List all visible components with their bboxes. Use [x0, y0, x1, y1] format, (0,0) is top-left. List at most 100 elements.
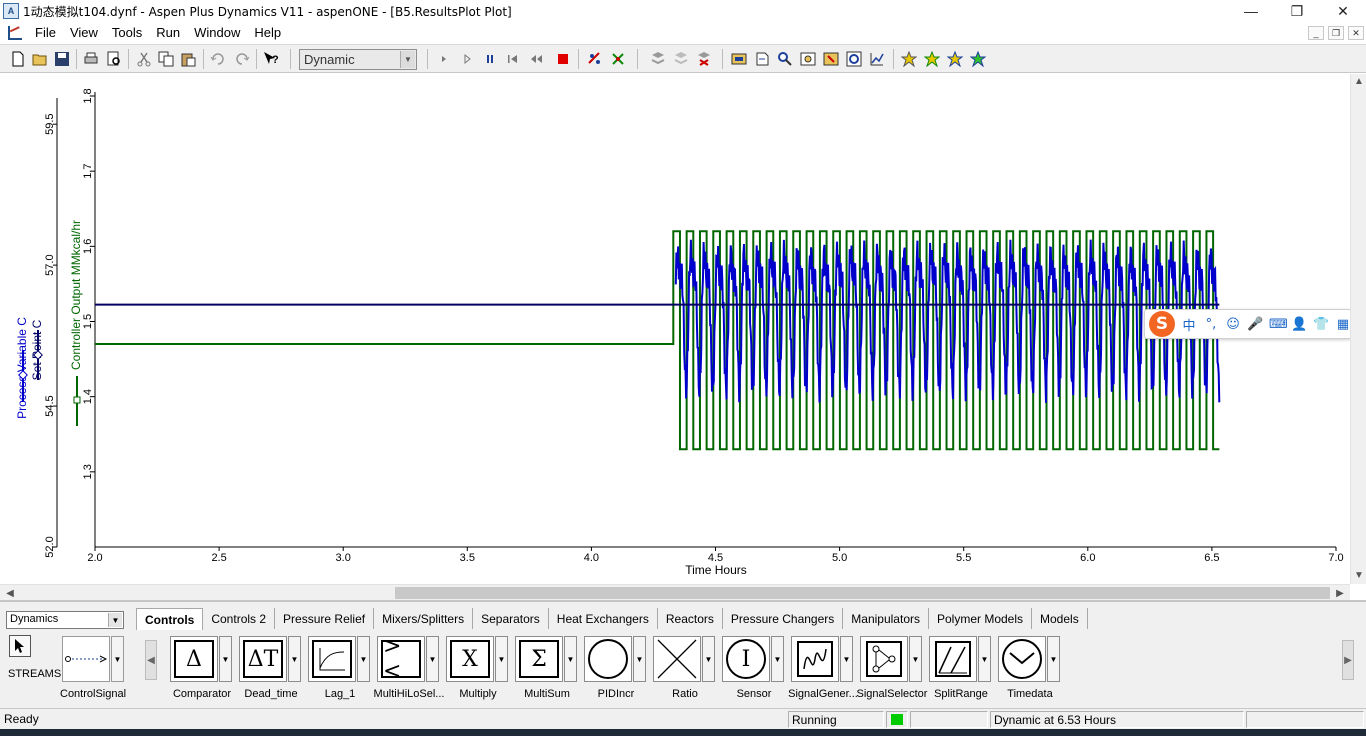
block-dropdown[interactable]: ▼	[288, 636, 301, 682]
rewind-icon[interactable]	[505, 51, 521, 67]
control-signal-dropdown[interactable]: ▼	[111, 636, 124, 682]
ime-microphone-icon[interactable]: 🎤	[1247, 317, 1263, 332]
block-dropdown[interactable]: ▼	[564, 636, 577, 682]
block-dropdown[interactable]: ▼	[633, 636, 646, 682]
ime-toolbox-icon[interactable]: ▦	[1335, 317, 1351, 332]
tab-manipulators[interactable]: Manipulators	[843, 608, 929, 629]
streams-select-button[interactable]	[9, 635, 31, 657]
aspen-app-icon[interactable]: A	[3, 3, 19, 19]
homotopy-icon[interactable]	[947, 51, 963, 67]
block-dropdown[interactable]: ▼	[771, 636, 784, 682]
ime-chinese-mode-button[interactable]: 中	[1181, 315, 1197, 334]
plot-window-icon[interactable]	[8, 25, 22, 40]
specification-icon[interactable]	[696, 51, 712, 67]
table-icon[interactable]	[869, 51, 885, 67]
undo-icon[interactable]	[210, 51, 226, 67]
menu-tools[interactable]: Tools	[105, 25, 149, 40]
control-signal-stream-button[interactable]	[62, 636, 110, 682]
tab-polymer-models[interactable]: Polymer Models	[929, 608, 1033, 629]
ime-emoji-icon[interactable]: ☺	[1225, 317, 1241, 332]
mdi-close-button[interactable]: ✕	[1348, 26, 1364, 40]
horizontal-scrollbar[interactable]: ◀ ▶	[0, 584, 1350, 600]
chevron-down-icon[interactable]: ▼	[400, 51, 415, 68]
palette-scroll-right-icon[interactable]: ▶	[1342, 640, 1354, 680]
diagnostics-icon[interactable]	[970, 51, 986, 67]
block-sensor[interactable]: I ▼ Sensor	[722, 636, 791, 700]
ime-user-icon[interactable]: 👤	[1291, 317, 1307, 332]
block-multi-hilo-select[interactable]: >< ▼ MultiHiLoSel...	[374, 634, 446, 700]
scroll-left-icon[interactable]: ◀	[2, 586, 18, 600]
stop-icon[interactable]	[555, 51, 571, 67]
tab-mixers-splitters[interactable]: Mixers/Splitters	[374, 608, 474, 629]
tab-pressure-changers[interactable]: Pressure Changers	[723, 608, 844, 629]
menu-help[interactable]: Help	[247, 25, 288, 40]
block-dead-time[interactable]: ΔT ▼ Dead_time	[239, 636, 308, 700]
tab-controls-2[interactable]: Controls 2	[203, 608, 276, 629]
scroll-up-icon[interactable]: ▲	[1351, 74, 1366, 88]
close-button[interactable]: ✕	[1320, 0, 1366, 22]
tab-heat-exchangers[interactable]: Heat Exchangers	[549, 608, 658, 629]
restart-icon[interactable]	[528, 51, 544, 67]
menu-window[interactable]: Window	[187, 25, 247, 40]
block-timedata[interactable]: ▼ Timedata	[998, 636, 1067, 700]
block-dropdown[interactable]: ▼	[840, 636, 853, 682]
block-signal-generator[interactable]: ▼ SignalGener...	[788, 636, 860, 700]
history-icon[interactable]	[823, 51, 839, 67]
minimize-button[interactable]: —	[1228, 0, 1274, 22]
save-icon[interactable]	[54, 51, 70, 67]
menu-file[interactable]: File	[28, 25, 63, 40]
block-multiply[interactable]: X ▼ Multiply	[446, 636, 515, 700]
block-split-range[interactable]: ▼ SplitRange	[929, 636, 998, 700]
form-icon[interactable]	[777, 51, 793, 67]
optimization-icon[interactable]	[924, 51, 940, 67]
tab-models[interactable]: Models	[1032, 608, 1088, 629]
snapshot-icon[interactable]	[587, 51, 603, 67]
open-folder-icon[interactable]	[32, 51, 48, 67]
restore-button[interactable]: ❐	[1274, 0, 1320, 22]
flowsheet-icon[interactable]	[754, 51, 770, 67]
whats-this-help-icon[interactable]: ?	[263, 51, 279, 67]
results-plot-window[interactable]: 2.0 2.5 3.0 3.5 4.0 4.5 5.0 5.5 6.0 6.5 7.0 1.3 1.4 1…	[0, 74, 1366, 584]
estimation-icon[interactable]	[901, 51, 917, 67]
block-dropdown[interactable]: ▼	[219, 636, 232, 682]
block-pidincr[interactable]: ▼ PIDIncr	[584, 636, 653, 700]
block-dropdown[interactable]: ▼	[357, 636, 370, 682]
library-category-select[interactable]: Dynamics ▼	[6, 611, 124, 629]
mdi-restore-button[interactable]: ❐	[1328, 26, 1344, 40]
copy-icon[interactable]	[158, 51, 174, 67]
ime-toolbar[interactable]: S 中 °, ☺ 🎤 ⌨ 👤 👕 ▦	[1144, 309, 1352, 339]
block-dropdown[interactable]: ▼	[1047, 636, 1060, 682]
block-multisum[interactable]: Σ ▼ MultiSum	[515, 636, 584, 700]
block-dropdown[interactable]: ▼	[426, 636, 439, 682]
block-dropdown[interactable]: ▼	[909, 636, 922, 682]
variable-table-icon[interactable]	[800, 51, 816, 67]
block-comparator[interactable]: Δ ▼ Comparator	[170, 636, 239, 700]
palette-scroll-left-icon[interactable]: ◀	[145, 640, 157, 680]
explorer-icon[interactable]	[731, 51, 747, 67]
paste-icon[interactable]	[180, 51, 196, 67]
block-dropdown[interactable]: ▼	[702, 636, 715, 682]
variable-find-icon[interactable]	[673, 51, 689, 67]
tab-reactors[interactable]: Reactors	[658, 608, 723, 629]
print-icon[interactable]	[83, 51, 99, 67]
menu-view[interactable]: View	[63, 25, 105, 40]
block-ratio[interactable]: ▼ Ratio	[653, 636, 722, 700]
tab-pressure-relief[interactable]: Pressure Relief	[275, 608, 375, 629]
print-preview-icon[interactable]	[106, 51, 122, 67]
block-signal-selector[interactable]: ▼ SignalSelector	[857, 636, 929, 700]
ime-punctuation-button[interactable]: °,	[1203, 317, 1219, 332]
block-lag-1[interactable]: ▼ Lag_1	[308, 636, 377, 700]
mdi-minimize-button[interactable]: _	[1308, 26, 1324, 40]
plot-icon[interactable]	[846, 51, 862, 67]
tab-controls[interactable]: Controls	[136, 608, 204, 630]
redo-icon[interactable]	[234, 51, 250, 67]
ime-skin-icon[interactable]: 👕	[1313, 317, 1329, 332]
run-icon[interactable]	[459, 51, 475, 67]
tab-separators[interactable]: Separators	[473, 608, 549, 629]
block-dropdown[interactable]: ▼	[495, 636, 508, 682]
sogou-logo-icon[interactable]: S	[1149, 311, 1175, 337]
model-library-icon[interactable]	[650, 51, 666, 67]
menu-run[interactable]: Run	[149, 25, 187, 40]
take-snapshot-icon[interactable]	[610, 51, 626, 67]
vertical-scrollbar[interactable]: ▲ ▼	[1350, 74, 1366, 584]
